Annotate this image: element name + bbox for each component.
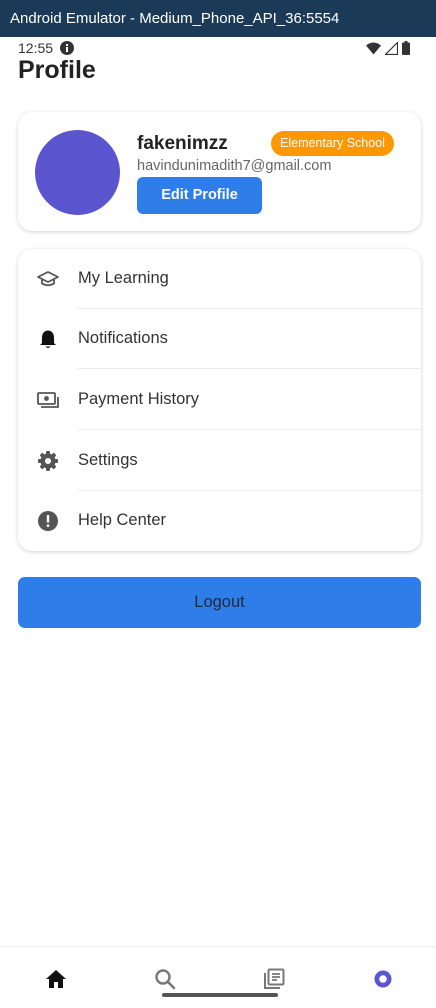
divider [78, 368, 421, 369]
window-titlebar: Android Emulator - Medium_Phone_API_36:5… [0, 0, 436, 37]
email: havindunimadith7@gmail.com [137, 158, 332, 174]
gear-icon [38, 451, 58, 471]
graduation-cap-icon [37, 271, 59, 287]
menu-item-settings[interactable]: Settings [18, 431, 421, 491]
profile-card: fakenimzz Elementary School havindunimad… [18, 112, 421, 231]
menu-card: My Learning Notifications Payment Histor… [18, 249, 421, 551]
search-icon[interactable] [153, 967, 177, 991]
bottom-navigation [0, 946, 436, 1008]
menu-item-label: Help Center [78, 511, 167, 529]
bell-icon [40, 330, 56, 348]
username: fakenimzz [137, 133, 228, 154]
gesture-home-bar[interactable] [162, 993, 278, 997]
alert-circle-icon [38, 511, 58, 531]
home-icon[interactable] [44, 967, 68, 991]
profile-ring-icon[interactable] [371, 967, 395, 991]
menu-item-payment-history[interactable]: Payment History [18, 370, 421, 430]
page-title: Profile [18, 56, 96, 84]
menu-item-label: My Learning [78, 269, 169, 287]
menu-item-label: Payment History [78, 390, 200, 408]
edit-profile-button[interactable]: Edit Profile [137, 177, 262, 214]
divider [78, 429, 421, 430]
status-time: 12:55 [18, 40, 54, 56]
menu-item-label: Settings [78, 451, 138, 469]
wifi-icon [366, 42, 381, 54]
payments-icon [37, 392, 59, 408]
logout-button[interactable]: Logout [18, 577, 421, 628]
menu-item-help-center[interactable]: Help Center [18, 491, 421, 551]
cell-signal-icon [385, 41, 398, 55]
library-icon[interactable] [262, 967, 286, 991]
menu-item-label: Notifications [78, 329, 168, 347]
avatar[interactable] [35, 130, 120, 215]
battery-icon [402, 41, 410, 55]
menu-item-my-learning[interactable]: My Learning [18, 249, 421, 309]
status-icons [366, 41, 410, 55]
info-icon [60, 41, 74, 55]
level-badge: Elementary School [271, 131, 394, 156]
menu-item-notifications[interactable]: Notifications [18, 309, 421, 369]
window-title: Android Emulator - Medium_Phone_API_36:5… [10, 10, 340, 27]
